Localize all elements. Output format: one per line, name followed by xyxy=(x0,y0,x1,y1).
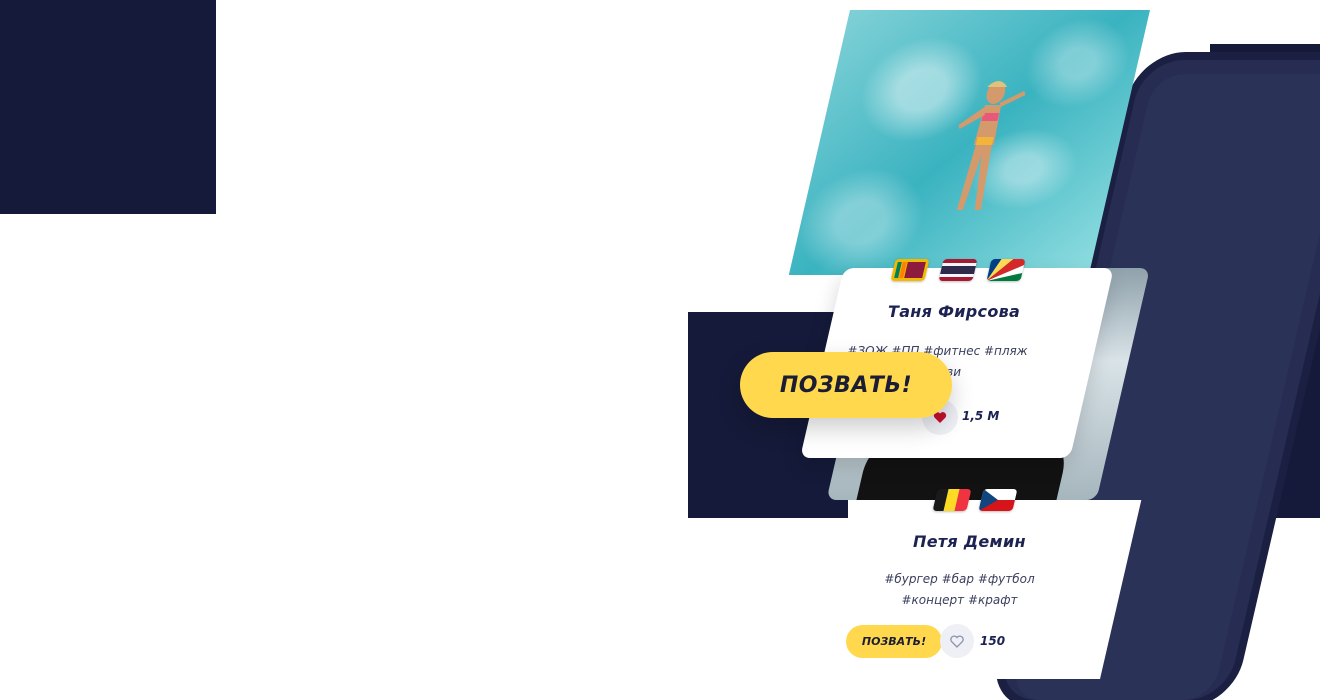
card-1-name: Таня Фирсова xyxy=(888,302,1021,321)
sri-lanka-flag xyxy=(890,259,930,281)
heart-outline-icon xyxy=(950,634,964,648)
thailand-flag xyxy=(938,259,978,281)
seychelles-flag xyxy=(986,259,1026,281)
card-1-likes: 1,5 М xyxy=(962,409,1000,423)
swimmer-figure xyxy=(956,81,1026,210)
call-button-large[interactable]: ПОЗВАТЬ! xyxy=(740,352,952,418)
card-2-likes: 150 xyxy=(980,634,1006,648)
decor-block-top-left xyxy=(0,0,216,214)
card-2-name: Петя Демин xyxy=(913,532,1026,551)
belgium-flag xyxy=(932,489,972,511)
card-2-tags-line2: #концерт #крафт xyxy=(901,593,1018,607)
card-2-tags: #бургер #бар #футбол #концерт #крафт xyxy=(872,569,1047,611)
call-button-large-label: ПОЗВАТЬ! xyxy=(779,372,913,398)
czech-flag xyxy=(978,489,1018,511)
like-button-2[interactable] xyxy=(940,624,974,658)
call-button-small-label: ПОЗВАТЬ! xyxy=(861,635,927,648)
card-2-tags-line1: #бургер #бар #футбол xyxy=(884,572,1035,586)
profile-photo-pool[interactable] xyxy=(788,10,1150,275)
call-button-small[interactable]: ПОЗВАТЬ! xyxy=(846,625,942,658)
